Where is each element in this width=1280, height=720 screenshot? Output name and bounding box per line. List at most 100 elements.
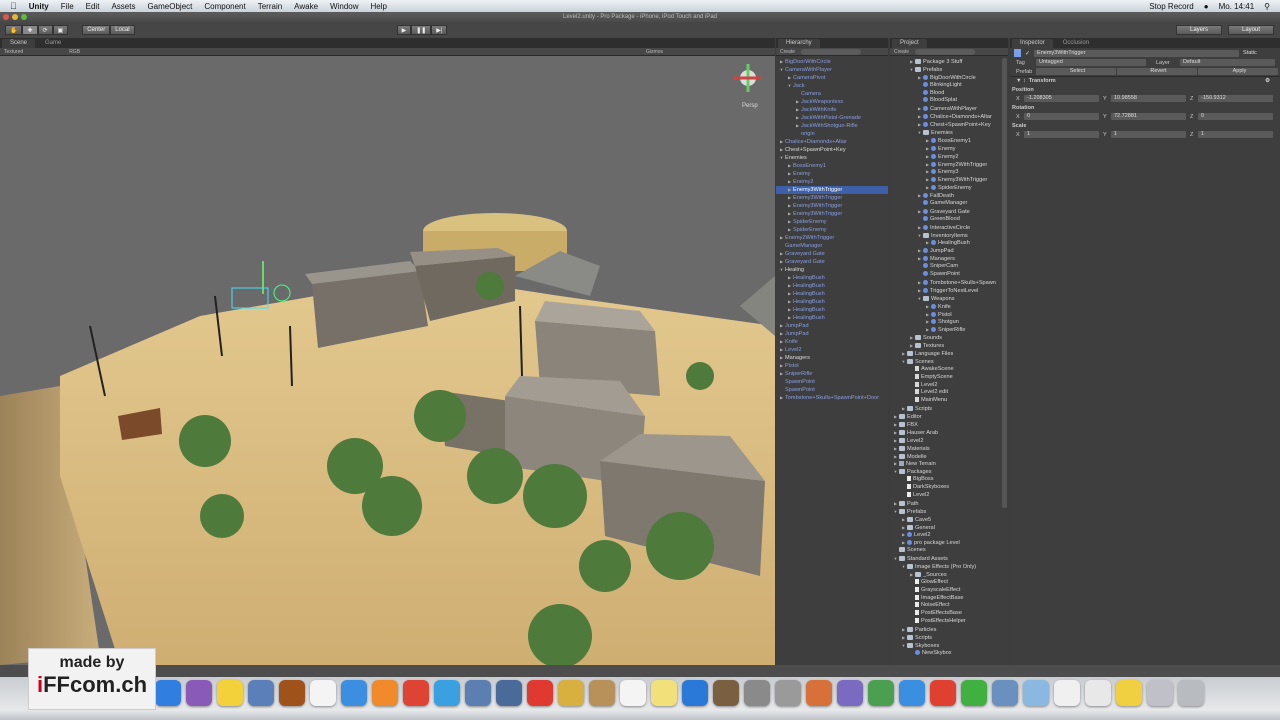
hierarchy-item[interactable]: ▶ Chalice+Diamonds+Altar (776, 138, 888, 146)
project-item[interactable]: ▶ Scripts (890, 634, 1008, 642)
project-item[interactable]: NewSkybox (890, 649, 1008, 658)
project-item[interactable]: GrayscaleEffect (890, 586, 1008, 595)
project-item[interactable]: PostEffectsHelper (890, 618, 1008, 626)
collapsed-arrow-icon[interactable]: ▶ (900, 531, 907, 539)
collapsed-arrow-icon[interactable]: ▶ (892, 453, 899, 461)
collapsed-arrow-icon[interactable]: ▶ (786, 210, 793, 218)
collapsed-arrow-icon[interactable]: ▶ (924, 303, 931, 311)
project-item[interactable]: Level2 (890, 491, 1008, 500)
step-button[interactable]: ▶| (431, 25, 448, 35)
collapsed-arrow-icon[interactable]: ▶ (924, 311, 931, 319)
project-item[interactable]: ▶ BossEnemy1 (890, 137, 1008, 145)
unity-icon[interactable] (310, 680, 336, 706)
project-item[interactable]: ▶ HealingBush (890, 239, 1008, 247)
project-item[interactable]: GlowEffect (890, 578, 1008, 587)
project-item[interactable]: BloodSplat (890, 97, 1008, 105)
project-item[interactable]: ▶ Textures (890, 342, 1008, 350)
collapsed-arrow-icon[interactable]: ▶ (916, 247, 923, 255)
cyberduck-icon[interactable] (217, 680, 243, 706)
project-item[interactable]: ▼ Prefabs (890, 508, 1008, 516)
collapsed-arrow-icon[interactable]: ▶ (892, 500, 899, 508)
project-item[interactable]: MainMenu (890, 397, 1008, 405)
hierarchy-item[interactable]: ▶ Enemy3WithTrigger (776, 186, 888, 194)
collapsed-arrow-icon[interactable]: ▶ (924, 326, 931, 334)
project-item[interactable]: Blood (890, 89, 1008, 98)
layer-dropdown[interactable]: Default (1180, 59, 1275, 66)
unity-remote-icon[interactable] (992, 680, 1018, 706)
hierarchy-item[interactable]: ▶ JackWithShotgun-Rifle (776, 122, 888, 130)
scale-tool-button[interactable]: ▣ (52, 25, 69, 35)
hierarchy-item[interactable]: ▶ HealingBush (776, 282, 888, 290)
project-item[interactable]: ▶ Managers (890, 255, 1008, 263)
rotation-x-field[interactable]: 0 (1024, 113, 1099, 120)
scale-z-field[interactable]: 1 (1198, 131, 1273, 138)
system-preferences-icon[interactable] (775, 680, 801, 706)
menu-app[interactable]: Unity (23, 2, 55, 11)
collapsed-arrow-icon[interactable]: ▶ (778, 346, 785, 354)
hierarchy-create-button[interactable]: Create (780, 49, 795, 55)
menu-awake[interactable]: Awake (288, 2, 324, 11)
transform-foldout[interactable]: ▼ ↕ (1016, 78, 1029, 84)
chrome-icon[interactable] (403, 680, 429, 706)
hierarchy-item[interactable]: ▶ Enemy3WithTrigger (776, 194, 888, 202)
collapsed-arrow-icon[interactable]: ▶ (916, 105, 923, 113)
safari-icon[interactable] (434, 680, 460, 706)
numbers-icon[interactable] (868, 680, 894, 706)
hierarchy-item[interactable]: ▶ SpiderEnemy (776, 226, 888, 234)
hand-tool-button[interactable]: ✋ (5, 25, 23, 35)
collapsed-arrow-icon[interactable]: ▶ (794, 122, 801, 130)
collapsed-arrow-icon[interactable]: ▶ (778, 354, 785, 362)
itunes-icon[interactable] (682, 680, 708, 706)
menu-help[interactable]: Help (365, 2, 393, 11)
project-item[interactable]: ▼ Standard Assets (890, 555, 1008, 563)
collapsed-arrow-icon[interactable]: ▶ (916, 279, 923, 287)
flashget-icon[interactable] (527, 680, 553, 706)
word-icon[interactable] (899, 680, 925, 706)
project-item[interactable]: ▼ Weapons (890, 295, 1008, 303)
project-item[interactable]: ▶ Shotgun (890, 318, 1008, 326)
collapsed-arrow-icon[interactable]: ▶ (924, 153, 931, 161)
menu-gameobject[interactable]: GameObject (141, 2, 198, 11)
project-item[interactable]: PostEffectsBase (890, 610, 1008, 618)
hierarchy-item[interactable]: ▶ Enemy3WithTrigger (776, 202, 888, 210)
project-item[interactable]: ▶ Particles (890, 626, 1008, 634)
trash-icon[interactable] (1178, 680, 1204, 706)
collapsed-arrow-icon[interactable]: ▶ (924, 184, 931, 192)
project-item[interactable]: ▶ FBX (890, 421, 1008, 429)
hierarchy-item[interactable]: SpawnPoint (776, 386, 888, 394)
project-item[interactable]: ▶ Enemy2WithTrigger (890, 161, 1008, 169)
project-item[interactable]: EmptyScene (890, 373, 1008, 382)
hierarchy-item[interactable]: ▶ Graveyard Gate (776, 250, 888, 258)
project-item[interactable]: BigBoss (890, 476, 1008, 484)
project-item[interactable]: ▶ _Sources (890, 571, 1008, 579)
project-item[interactable]: ▶ General (890, 524, 1008, 532)
menu-component[interactable]: Component (198, 2, 251, 11)
hierarchy-item[interactable]: SpawnPoint (776, 378, 888, 386)
wifi-icon[interactable]: ● (1204, 2, 1209, 11)
project-item[interactable]: ▶ Level2 (890, 437, 1008, 445)
screens-icon[interactable] (1147, 680, 1173, 706)
tag-dropdown[interactable]: Untagged (1036, 59, 1146, 66)
collapsed-arrow-icon[interactable]: ▶ (892, 413, 899, 421)
hierarchy-item[interactable]: ▶ Tombstone+Skulls+SpawnPoint+Door (776, 394, 888, 402)
zip-icon[interactable] (1085, 680, 1111, 706)
collapsed-arrow-icon[interactable]: ▶ (892, 437, 899, 445)
object-name-field[interactable]: Enemy3WithTrigger (1034, 49, 1240, 57)
calendar-icon[interactable] (620, 680, 646, 706)
project-item[interactable]: ▶ TriggerToNextLevel (890, 287, 1008, 295)
project-item[interactable]: ▶ Pistol (890, 311, 1008, 319)
hierarchy-item[interactable]: ▶ HealingBush (776, 298, 888, 306)
collapsed-arrow-icon[interactable]: ▶ (794, 106, 801, 114)
project-item[interactable]: ▶ SniperRifle (890, 326, 1008, 334)
collapsed-arrow-icon[interactable]: ▶ (778, 322, 785, 330)
hierarchy-item[interactable]: ▶ Knife (776, 338, 888, 346)
pivot-center-toggle[interactable]: Center (82, 25, 111, 35)
collapsed-arrow-icon[interactable]: ▶ (924, 318, 931, 326)
keynote-icon[interactable] (806, 680, 832, 706)
collapsed-arrow-icon[interactable]: ▶ (778, 234, 785, 242)
collapsed-arrow-icon[interactable]: ▶ (900, 405, 907, 413)
hierarchy-item[interactable]: ▶ HealingBush (776, 274, 888, 282)
hierarchy-item[interactable]: ▶ Enemy (776, 170, 888, 178)
scene-viewport[interactable]: Persp (0, 56, 775, 665)
project-item[interactable]: ▶ Package 3 Stuff (890, 58, 1008, 66)
